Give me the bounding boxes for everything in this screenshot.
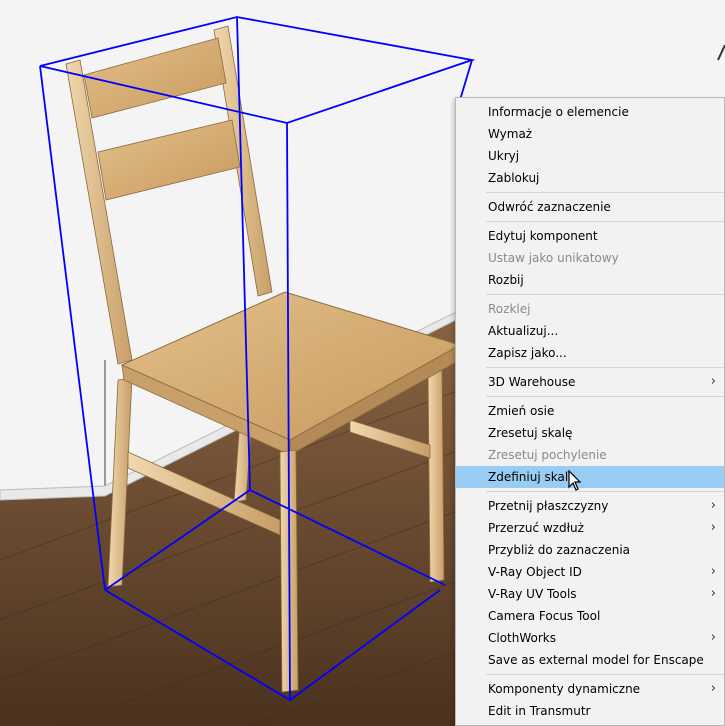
menu-item-edytuj-komponent[interactable]: Edytuj komponent	[456, 225, 724, 247]
menu-item-label: Zdefiniuj skalę	[488, 470, 576, 484]
menu-separator	[486, 367, 724, 368]
menu-item-zapisz-jako[interactable]: Zapisz jako...	[456, 342, 724, 364]
menu-item-informacje-o-elemencie[interactable]: Informacje o elemencie	[456, 101, 724, 123]
menu-item-edit-in-transmutr[interactable]: Edit in Transmutr	[456, 700, 724, 722]
menu-item-odwroc-zaznaczenie[interactable]: Odwróć zaznaczenie	[456, 196, 724, 218]
menu-item-label: ClothWorks	[488, 631, 557, 645]
menu-item-ustaw-jako-unikatowy: Ustaw jako unikatowy	[456, 247, 724, 269]
context-menu: Informacje o elemencie Wymaż Ukryj Zablokuj…	[455, 97, 725, 726]
chair-leg-front-right	[427, 365, 445, 583]
menu-item-zdefiniuj-skale[interactable]: Zdefiniuj skalę	[456, 466, 724, 488]
menu-separator	[486, 674, 724, 675]
menu-item-przerzuc-wzd-uz[interactable]: Przerzuć wzdłuż ›	[456, 517, 724, 539]
menu-item-clothworks[interactable]: ClothWorks ›	[456, 627, 724, 649]
chevron-right-icon: ›	[710, 630, 716, 645]
menu-item-rozbij[interactable]: Rozbij	[456, 269, 724, 291]
menu-item-przetnij-p-aszczyzny[interactable]: Przetnij płaszczyzny ›	[456, 495, 724, 517]
menu-item-save-as-external-model-for-enscape[interactable]: Save as external model for Enscape	[456, 649, 724, 671]
menu-item-v-ray-object-id[interactable]: V-Ray Object ID ›	[456, 561, 724, 583]
menu-item-aktualizuj[interactable]: Aktualizuj...	[456, 320, 724, 342]
menu-item-rozklej: Rozklej	[456, 298, 724, 320]
menu-separator	[486, 192, 724, 193]
arrow-cursor-icon	[568, 470, 582, 491]
chevron-right-icon: ›	[710, 586, 716, 601]
menu-item-label: Edit in Transmutr	[488, 704, 591, 718]
menu-item-label: Ukryj	[488, 149, 520, 163]
menu-item-komponenty-dynamiczne[interactable]: Komponenty dynamiczne ›	[456, 678, 724, 700]
menu-item-zmien-osie[interactable]: Zmień osie	[456, 400, 724, 422]
menu-item-label: Save as external model for Enscape	[488, 653, 704, 667]
chevron-right-icon: ›	[710, 374, 716, 389]
menu-item-wymaz[interactable]: Wymaż	[456, 123, 724, 145]
menu-item-zresetuj-skale[interactable]: Zresetuj skalę	[456, 422, 724, 444]
menu-item-label: Wymaż	[488, 127, 533, 141]
menu-item-label: Odwróć zaznaczenie	[488, 200, 611, 214]
menu-item-label: Komponenty dynamiczne	[488, 682, 641, 696]
menu-separator	[486, 396, 724, 397]
menu-item-label: Zablokuj	[488, 171, 540, 185]
menu-item-label: Aktualizuj...	[488, 324, 559, 338]
menu-item-label: Rozbij	[488, 273, 524, 287]
menu-item-v-ray-uv-tools[interactable]: V-Ray UV Tools ›	[456, 583, 724, 605]
menu-item-label: Ustaw jako unikatowy	[488, 251, 619, 265]
menu-item-label: V-Ray UV Tools	[488, 587, 577, 601]
menu-item-label: Rozklej	[488, 302, 531, 316]
chevron-right-icon: ›	[710, 564, 716, 579]
chevron-right-icon: ›	[710, 681, 716, 696]
menu-item-label: Camera Focus Tool	[488, 609, 601, 623]
menu-separator	[486, 294, 724, 295]
menu-item-label: Informacje o elemencie	[488, 105, 629, 119]
menu-item-przybliz-do-zaznaczenia[interactable]: Przybliż do zaznaczenia	[456, 539, 724, 561]
menu-item-label: Zresetuj pochylenie	[488, 448, 607, 462]
menu-item-label: Edytuj komponent	[488, 229, 598, 243]
menu-item-label: Przerzuć wzdłuż	[488, 521, 584, 535]
menu-item-label: V-Ray Object ID	[488, 565, 582, 579]
menu-item-label: Zapisz jako...	[488, 346, 567, 360]
chevron-right-icon: ›	[710, 498, 716, 513]
menu-item-zablokuj[interactable]: Zablokuj	[456, 167, 724, 189]
menu-separator	[486, 491, 724, 492]
menu-item-label: Zresetuj skalę	[488, 426, 573, 440]
menu-item-label: Przybliż do zaznaczenia	[488, 543, 631, 557]
menu-item-zresetuj-pochylenie: Zresetuj pochylenie	[456, 444, 724, 466]
chevron-right-icon: ›	[710, 520, 716, 535]
menu-item-label: Zmień osie	[488, 404, 555, 418]
menu-item-label: Przetnij płaszczyzny	[488, 499, 609, 513]
menu-item-3d-warehouse[interactable]: 3D Warehouse ›	[456, 371, 724, 393]
menu-item-label: 3D Warehouse	[488, 375, 576, 389]
menu-item-camera-focus-tool[interactable]: Camera Focus Tool	[456, 605, 724, 627]
menu-separator	[486, 221, 724, 222]
menu-item-ukryj[interactable]: Ukryj	[456, 145, 724, 167]
